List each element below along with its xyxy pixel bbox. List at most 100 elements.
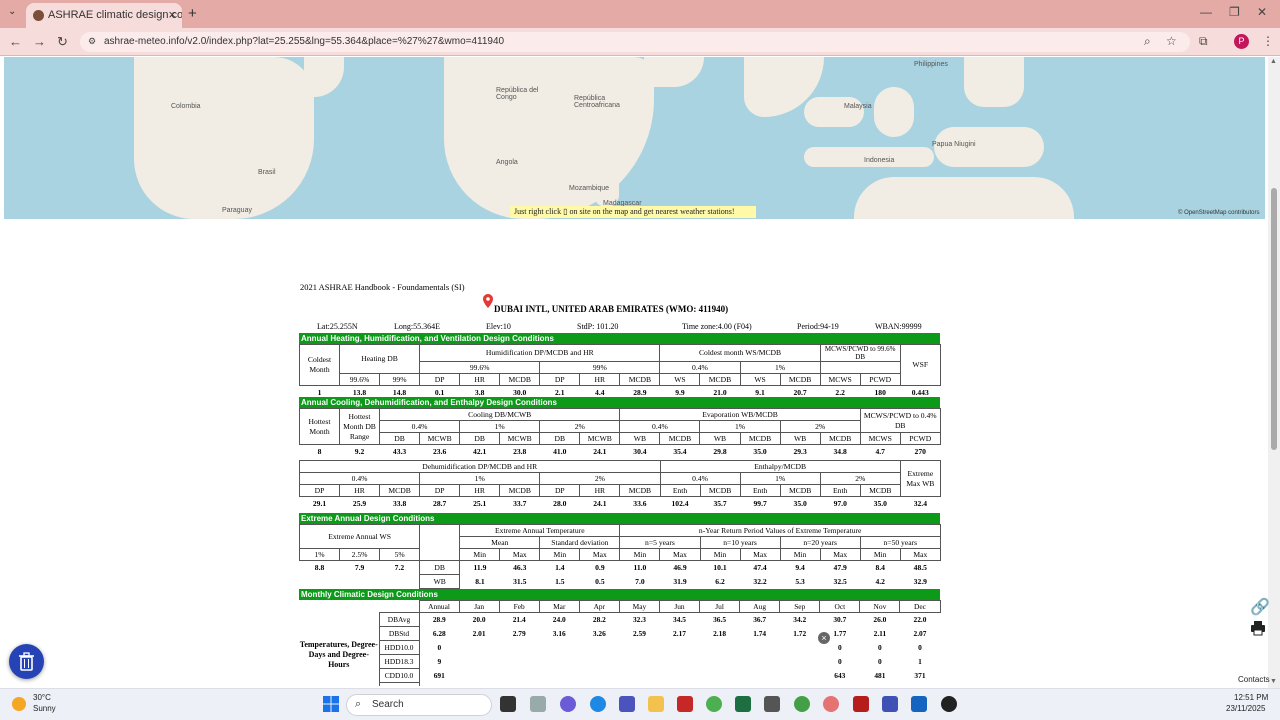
close-tab-icon[interactable]: ×	[168, 7, 176, 22]
value-cell: 0	[878, 656, 882, 666]
reload-icon[interactable]: ↻	[57, 34, 68, 50]
value-cell	[740, 641, 780, 655]
site-info-icon[interactable]: ⚙	[88, 36, 96, 47]
maximize-icon[interactable]: ❐	[1229, 5, 1240, 19]
print-icon[interactable]	[1250, 620, 1266, 636]
value-cell: 2.01	[472, 628, 486, 638]
map-view[interactable]: Colombia Brasil Paraguay República del C…	[4, 57, 1265, 219]
delete-fab-button[interactable]	[9, 644, 44, 679]
profile-avatar[interactable]: P	[1234, 34, 1249, 49]
value-cell: 9.4	[795, 562, 805, 572]
value-cell: 32.3	[632, 614, 646, 624]
app-icon[interactable]	[530, 696, 546, 712]
hdr-extreme-ws: Extreme Annual WS	[298, 524, 421, 549]
value-cell: 24.1	[593, 498, 607, 508]
value-cell: 4.7	[875, 446, 885, 456]
outlook-icon[interactable]	[882, 696, 898, 712]
hdr-pct: 99%	[379, 373, 421, 386]
zoom-icon[interactable]: ⌕	[1144, 34, 1151, 49]
copilot-icon[interactable]	[560, 696, 576, 712]
minimize-icon[interactable]: —	[1200, 5, 1212, 19]
new-tab-button[interactable]: +	[188, 5, 197, 22]
taskbar-search[interactable]	[346, 694, 492, 716]
col-hdr: DB	[539, 432, 581, 445]
col-hdr: Enth	[819, 484, 861, 497]
value-cell	[459, 641, 499, 655]
col-hdr: MCWB	[579, 432, 621, 445]
clock-date[interactable]: 23/11/2025	[1226, 704, 1265, 713]
close-window-icon[interactable]: ✕	[1257, 5, 1267, 19]
link-icon[interactable]: 🔗	[1250, 597, 1270, 617]
row-label: DBStd	[378, 626, 420, 641]
value-cell: 5.3	[795, 576, 805, 586]
value-cell	[539, 641, 579, 655]
calculator-icon[interactable]	[764, 696, 780, 712]
hdr-pct: 99.6%	[419, 361, 541, 374]
chrome-icon[interactable]	[706, 696, 722, 712]
extensions-icon[interactable]: ⧉	[1199, 34, 1208, 49]
col-hdr: Max	[659, 548, 701, 561]
weather-desc[interactable]: Sunny	[33, 704, 56, 713]
chrome-profile-icon[interactable]	[794, 696, 810, 712]
value-cell: 2.11	[873, 628, 887, 638]
menu-icon[interactable]: ⋮	[1262, 34, 1274, 48]
app-icon[interactable]	[941, 696, 957, 712]
hdr-n10: n=10 years	[699, 536, 781, 549]
file-explorer-icon[interactable]	[648, 696, 664, 712]
weather-temp[interactable]: 30°C	[33, 693, 51, 702]
teams-icon[interactable]	[619, 696, 635, 712]
back-icon[interactable]: ←	[9, 34, 22, 49]
map-label: República Centroafricana	[574, 95, 620, 109]
bookmark-star-icon[interactable]: ☆	[1166, 34, 1177, 48]
value-cell: 46.3	[513, 562, 527, 572]
col-hdr: HR	[579, 484, 621, 497]
section-heating: Annual Heating, Humidification, and Vent…	[299, 333, 940, 344]
clock-time[interactable]: 12:51 PM	[1234, 693, 1268, 702]
task-view-icon[interactable]	[500, 696, 516, 712]
forward-icon[interactable]: →	[33, 34, 46, 49]
value-cell: 32.5	[833, 576, 847, 586]
col-hdr: Enth	[659, 484, 701, 497]
value-cell: 47.4	[753, 562, 767, 572]
search-icon: ⌕	[355, 698, 362, 710]
hdr-extreme-temp: Extreme Annual Temperature	[459, 524, 621, 537]
url-text[interactable]: ashrae-meteo.info/v2.0/index.php?lat=25.…	[104, 36, 504, 47]
hdr-pct: 0.4%	[659, 472, 741, 485]
browser-tab[interactable]: ASHRAE climatic design conditi ×	[26, 3, 182, 28]
windows-start-icon[interactable]	[323, 696, 339, 712]
close-bubble-icon[interactable]: ×	[818, 632, 830, 644]
col-hdr: Max	[899, 548, 941, 561]
value-cell: 643	[834, 670, 846, 680]
value-cell: 1.74	[753, 628, 767, 638]
word-icon[interactable]	[911, 696, 927, 712]
acrobat-icon[interactable]	[853, 696, 869, 712]
hdr-pct: 2%	[779, 420, 861, 433]
map-label: Colombia	[171, 103, 201, 110]
map-label: Philippines	[914, 61, 948, 68]
value-cell: 48.5	[913, 562, 927, 572]
col-hdr: Max	[499, 548, 541, 561]
value-cell: 25.1	[473, 498, 487, 508]
chrome-active-icon[interactable]	[823, 696, 839, 712]
col-hdr: MCDB	[619, 373, 661, 386]
value-cell: 30.7	[833, 614, 847, 624]
wban: WBAN:99999	[875, 322, 922, 331]
col-hdr: 5%	[379, 548, 421, 561]
security-app-icon[interactable]	[677, 696, 693, 712]
scrollbar-thumb[interactable]	[1271, 188, 1277, 450]
row-label: HDD10.0	[378, 640, 420, 655]
tab-search-icon[interactable]: ⌄	[8, 6, 16, 17]
weather-sun-icon[interactable]	[12, 697, 26, 711]
hdr-pct: 99%	[539, 361, 661, 374]
map-attribution[interactable]: © OpenStreetMap contributors	[1178, 210, 1259, 216]
contacts-link[interactable]: Contacts	[1238, 675, 1270, 684]
scroll-down-icon[interactable]: ▼	[1270, 678, 1277, 685]
col-hdr: DP	[539, 373, 581, 386]
value-cell	[659, 655, 699, 669]
value-cell: 11.0	[633, 562, 647, 572]
scroll-up-icon[interactable]: ▲	[1270, 58, 1277, 65]
col-hdr: HR	[459, 373, 501, 386]
value-cell: 102.4	[671, 498, 689, 508]
excel-icon[interactable]	[735, 696, 751, 712]
edge-icon[interactable]	[590, 696, 606, 712]
